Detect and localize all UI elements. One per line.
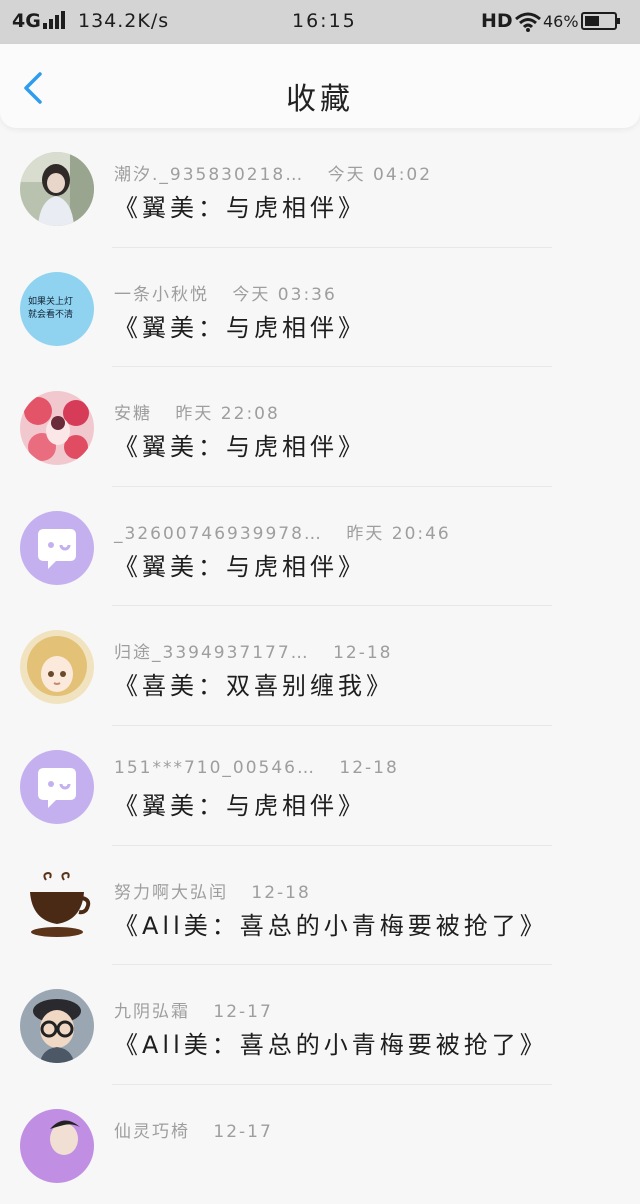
item-time: 昨天 20:46 [346, 523, 451, 544]
item-author: 努力啊大弘闰 [114, 882, 228, 903]
favorites-list: 潮汐._935830218… 今天 04:02 《翼美：与虎相伴》 如果关上灯 … [0, 128, 640, 1204]
item-title: 《翼美：与虎相伴》 [114, 313, 366, 342]
avatar[interactable] [20, 630, 94, 705]
avatar-text-line1: 如果关上灯 [28, 296, 74, 307]
hd-indicator: HD [481, 10, 513, 32]
list-item[interactable]: 安糖 昨天 22:08 《翼美：与虎相伴》 [0, 367, 640, 487]
list-item[interactable]: _3260074693997​8… 昨天 20:46 《翼美：与虎相伴》 [0, 487, 640, 607]
list-item[interactable]: 努力啊大弘闰 12-18 《All美：喜总的小青梅要被抢了》 [0, 846, 640, 966]
item-time: 今天 03:36 [232, 284, 337, 305]
list-item[interactable]: 151***710_00546… 12-18 《翼美：与虎相伴》 [0, 726, 640, 846]
list-item[interactable]: 如果关上灯 就会看不清 一条小秋悦 今天 03:36 《翼美：与虎相伴》 [0, 248, 640, 368]
page-title: 收藏 [286, 82, 354, 117]
battery-percent: 46% [543, 12, 579, 31]
item-time: 12-18 [339, 757, 399, 778]
avatar[interactable] [20, 1108, 94, 1183]
item-meta: 安糖 昨天 22:08 [114, 399, 280, 424]
item-title: 《喜美：双喜别缠我》 [114, 672, 394, 701]
item-author: 九阴弘霜 [114, 1002, 190, 1023]
network-speed: 134.2K/s [78, 10, 170, 32]
list-item[interactable]: 九阴弘霜 12-17 《All美：喜总的小青梅要被抢了》 [0, 965, 640, 1085]
item-title: 《All美：喜总的小青梅要被抢了》 [114, 911, 548, 940]
item-meta: 仙灵巧椅 12-17 [114, 1117, 273, 1142]
item-time: 今天 04:02 [327, 165, 433, 185]
nav-header: 收藏 [0, 44, 640, 128]
item-meta: 一条小秋悦 今天 03:36 [114, 280, 337, 305]
status-bar: 4G 134.2K/s 16:15 HD 46% [0, 0, 640, 44]
avatar[interactable]: 如果关上灯 就会看不清 [20, 271, 94, 346]
list-item[interactable]: 潮汐._935830218… 今天 04:02 《翼美：与虎相伴》 [0, 128, 640, 248]
clock: 16:15 [292, 10, 357, 32]
item-meta: 潮汐._935830218… 今天 04:02 [114, 160, 432, 185]
avatar[interactable] [20, 989, 94, 1064]
item-author: 仙灵巧椅 [114, 1121, 190, 1142]
list-item[interactable]: 仙灵巧椅 12-17 [0, 1085, 640, 1204]
chat-bubble-icon [38, 528, 76, 569]
item-author: 一条小秋悦 [114, 284, 209, 305]
item-title: 《翼美：与虎相伴》 [114, 433, 366, 462]
list-item[interactable]: 归途_3394937177… 12-18 《喜美：双喜别缠我》 [0, 606, 640, 726]
chat-bubble-icon [38, 767, 76, 808]
item-title: 《翼美：与虎相伴》 [114, 552, 366, 581]
avatar[interactable] [20, 510, 94, 585]
signal-icon [43, 11, 65, 29]
item-meta: 归途_3394937177… 12-18 [114, 638, 392, 663]
item-author: 151***710_00546… [114, 757, 316, 778]
network-type: 4G [12, 10, 41, 32]
item-author: 归途_3394937177… [114, 643, 310, 664]
wifi-icon [515, 12, 541, 37]
item-meta: 努力啊大弘闰 12-18 [114, 878, 311, 903]
item-time: 12-18 [333, 643, 393, 664]
item-title: 《All美：喜总的小青梅要被抢了》 [114, 1031, 548, 1060]
avatar[interactable] [20, 152, 94, 226]
item-meta: 151***710_00546… 12-18 [114, 758, 399, 778]
item-meta: _3260074693997​8… 昨天 20:46 [114, 519, 451, 544]
avatar[interactable] [20, 749, 94, 824]
item-author: 潮汐._935830218… [114, 165, 305, 185]
item-time: 12-17 [213, 1121, 273, 1142]
item-author: 安糖 [114, 404, 152, 425]
avatar[interactable] [20, 869, 94, 944]
avatar[interactable] [20, 391, 94, 466]
item-author: _3260074693997​8… [114, 523, 323, 544]
avatar-text-line2: 就会看不清 [28, 309, 74, 320]
item-meta: 九阴弘霜 12-17 [114, 997, 273, 1022]
item-title: 《翼美：与虎相伴》 [114, 791, 366, 820]
item-time: 昨天 22:08 [175, 404, 280, 425]
item-title: 《翼美：与虎相伴》 [114, 194, 366, 222]
battery-icon [581, 12, 621, 30]
item-time: 12-17 [213, 1002, 273, 1023]
item-time: 12-18 [251, 882, 311, 903]
